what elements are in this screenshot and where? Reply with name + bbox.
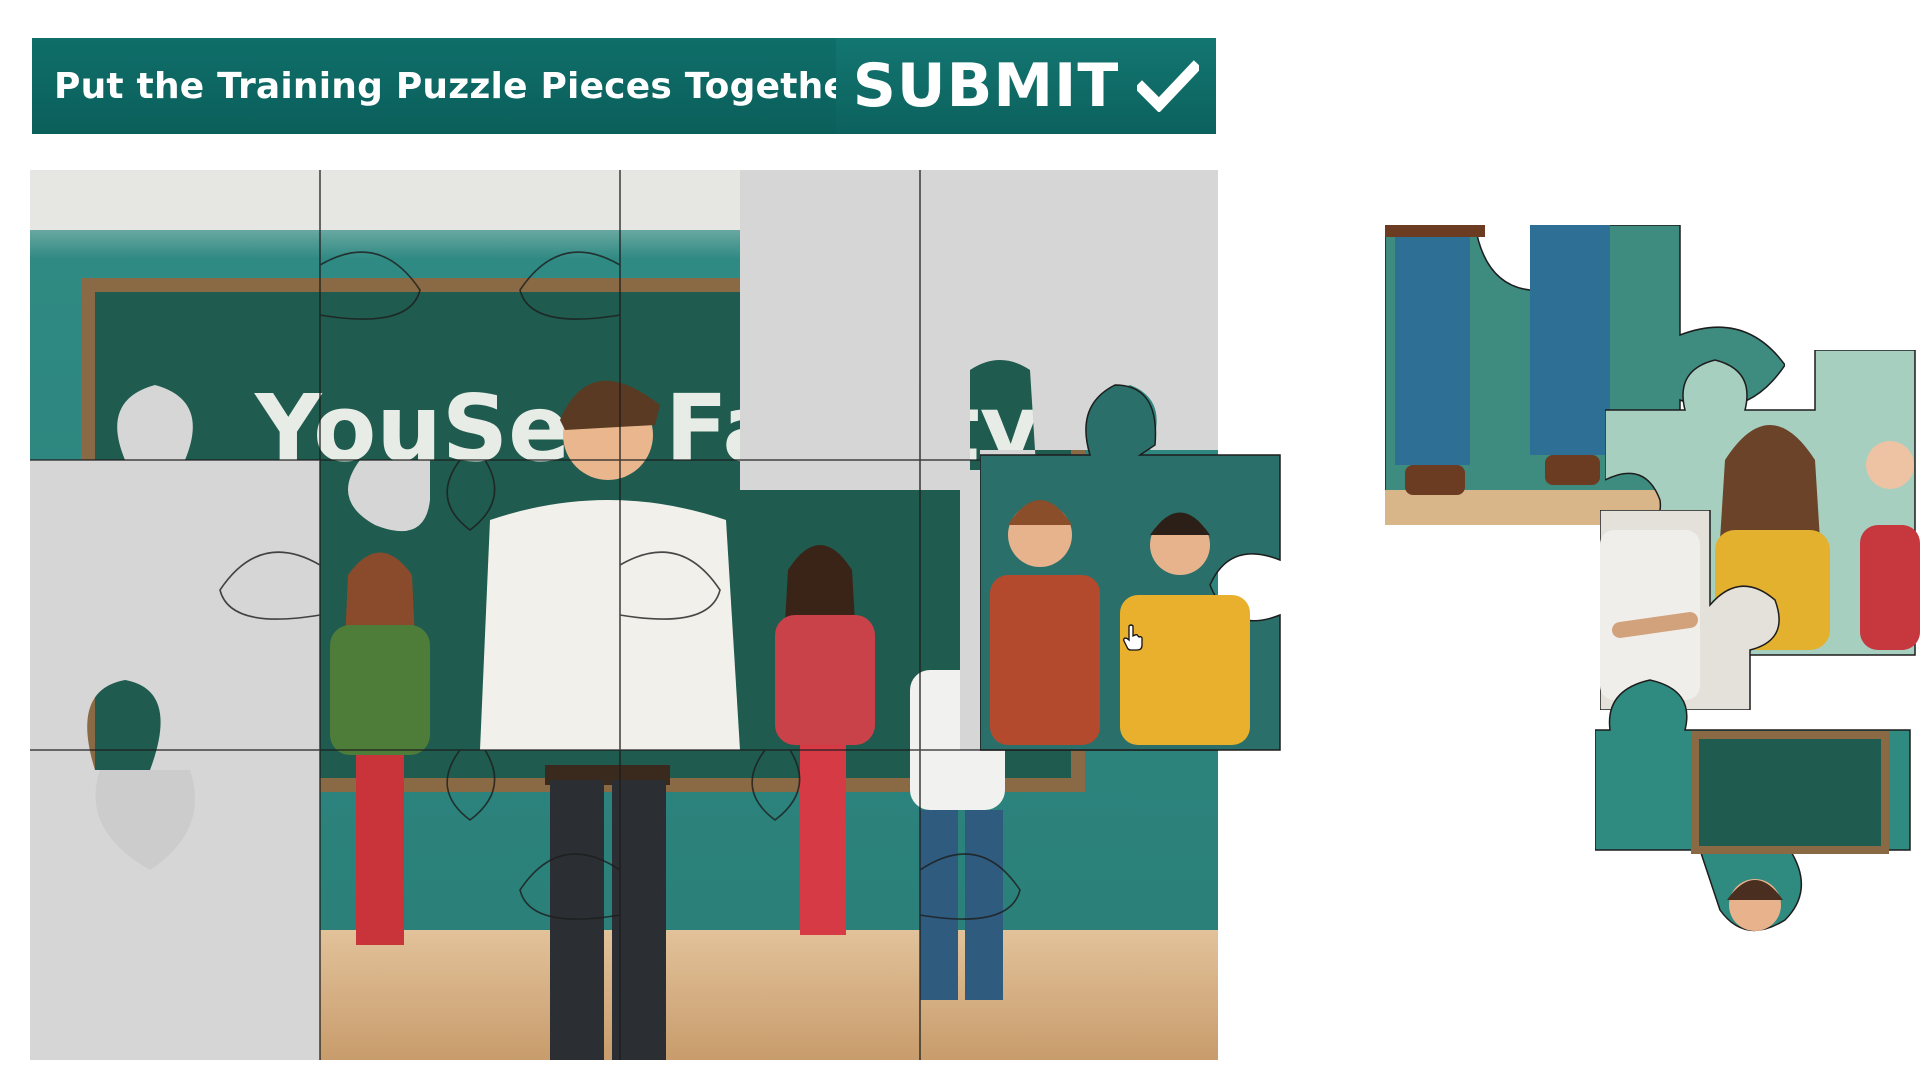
game-header: Put the Training Puzzle Pieces Together!…	[32, 38, 1216, 134]
puzzle-piece-loose-5[interactable]	[1595, 655, 1920, 960]
game-title: Put the Training Puzzle Pieces Together!	[54, 65, 883, 107]
submit-button[interactable]: SUBMIT	[836, 38, 1216, 134]
puzzle-piece-image	[1595, 679, 1911, 932]
hand-pointer-icon	[1123, 624, 1143, 651]
puzzle-piece-loose-1[interactable]	[980, 345, 1285, 755]
submit-label: SUBMIT	[852, 51, 1120, 121]
puzzle-piece-image	[980, 384, 1281, 751]
checkmark-icon	[1137, 60, 1200, 112]
